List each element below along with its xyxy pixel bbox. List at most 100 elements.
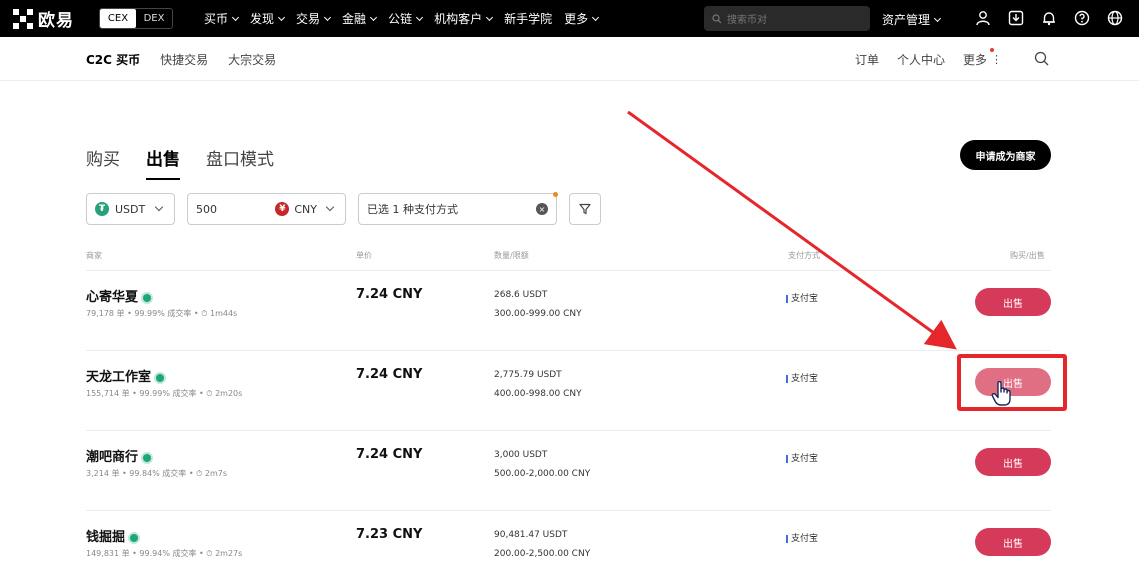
table-row: 潮吧商行 3,214 单 • 99.84% 成交率 • ⏱ 2m7s 7.24 … [86, 430, 1051, 510]
orders-link[interactable]: 订单 [855, 51, 879, 68]
verified-badge-icon [141, 291, 154, 304]
order-limit: 200.00-2,500.00 CNY [494, 549, 591, 559]
filter-button[interactable] [569, 193, 601, 225]
more-dots-icon: ⋮ [991, 53, 1003, 66]
nav-buy-crypto[interactable]: 买币 [204, 10, 240, 27]
tab-sell[interactable]: 出售 [146, 145, 180, 180]
amount-value: 500 [196, 202, 217, 216]
order-limit: 300.00-999.00 CNY [494, 309, 582, 319]
chevron-down-icon [416, 13, 424, 21]
chevron-down-icon [231, 13, 240, 21]
nav-chain[interactable]: 公链 [388, 10, 424, 27]
unit-price: 7.24 CNY [356, 367, 423, 382]
payment-method: 支付宝 [786, 291, 818, 304]
available-qty: 90,481.47 USDT [494, 530, 568, 540]
help-icon[interactable] [1072, 8, 1092, 28]
available-qty: 3,000 USDT [494, 450, 548, 460]
nav-institutional[interactable]: 机构客户 [434, 10, 494, 27]
chevron-down-icon [486, 13, 494, 21]
payment-method-value: 已选 1 种支付方式 [367, 203, 458, 216]
top-icon-bar [973, 8, 1125, 28]
header-price: 单价 [356, 251, 372, 260]
header-qty: 数量/限额 [494, 251, 529, 260]
payment-text: 支付宝 [791, 294, 819, 304]
chevron-down-icon [324, 13, 332, 21]
table-row: 天龙工作室 155,714 单 • 99.99% 成交率 • ⏱ 2m20s 7… [86, 350, 1051, 430]
clear-icon[interactable]: × [536, 203, 548, 215]
verified-badge-icon [128, 531, 141, 544]
pair-search-input[interactable]: 搜索币对 [704, 6, 870, 31]
unit-price: 7.24 CNY [356, 447, 423, 462]
nav-label: 发现 [250, 12, 275, 26]
merchant-name-text: 钱掘掘 [86, 530, 126, 545]
asset-management-menu[interactable]: 资产管理 [882, 11, 942, 28]
nav-trade[interactable]: 交易 [296, 10, 332, 27]
hand-cursor-icon [991, 381, 1011, 406]
tab-express-trade[interactable]: 快捷交易 [160, 51, 208, 68]
payment-marker-icon [786, 294, 788, 303]
payment-method-select[interactable]: 已选 1 种支付方式 × [358, 192, 558, 225]
nav-label: 买币 [204, 12, 229, 26]
sell-button[interactable]: 出售 [975, 448, 1051, 476]
merchant-name[interactable]: 潮吧商行 [86, 446, 154, 465]
header-merchant: 商家 [86, 251, 102, 260]
chevron-down-icon [933, 14, 942, 22]
okx-logo[interactable]: 欧易 [13, 8, 74, 31]
tab-block-trade[interactable]: 大宗交易 [228, 51, 276, 68]
search-placeholder: 搜索币对 [727, 15, 767, 26]
become-merchant-button[interactable]: 申请成为商家 [960, 140, 1051, 170]
payment-text: 支付宝 [791, 374, 819, 384]
payment-text: 支付宝 [791, 454, 819, 464]
sell-button[interactable]: 出售 [975, 528, 1051, 556]
unit-price: 7.23 CNY [356, 527, 423, 542]
user-icon[interactable] [973, 8, 993, 28]
merchant-stats: 149,831 单 • 99.94% 成交率 • ⏱ 2m27s [86, 549, 243, 558]
cny-icon: ¥ [275, 202, 290, 216]
usdt-icon: ₮ [95, 202, 109, 216]
globe-icon[interactable] [1105, 8, 1125, 28]
chevron-down-icon [325, 202, 335, 212]
more-label: 更多 [963, 53, 988, 67]
tab-orderbook[interactable]: 盘口模式 [206, 145, 274, 180]
search-icon [712, 13, 722, 23]
available-qty: 268.6 USDT [494, 290, 548, 300]
notification-dot [553, 192, 558, 197]
nav-finance[interactable]: 金融 [342, 10, 378, 27]
coin-select[interactable]: ₮ USDT [86, 193, 175, 225]
chevron-down-icon [370, 13, 378, 21]
nav-label: 新手学院 [504, 12, 553, 26]
okx-logo-icon [13, 8, 33, 29]
merchant-name[interactable]: 钱掘掘 [86, 526, 141, 545]
table-row: 心寄华夏 79,178 单 • 99.99% 成交率 • ⏱ 1m44s 7.2… [86, 270, 1051, 350]
merchant-name[interactable]: 天龙工作室 [86, 366, 167, 385]
nav-more[interactable]: 更多 [564, 10, 600, 27]
c2c-menu: C2C 买币 快捷交易 大宗交易 [86, 51, 276, 68]
download-icon[interactable] [1006, 8, 1026, 28]
verified-badge-icon [154, 371, 167, 384]
merchant-name[interactable]: 心寄华夏 [86, 286, 154, 305]
cex-dex-switcher[interactable]: CEX DEX [99, 8, 173, 29]
tab-buy[interactable]: 购买 [86, 145, 120, 180]
sub-navbar: C2C 买币 快捷交易 大宗交易 订单 个人中心 更多 ⋮ [0, 37, 1139, 81]
brand-name: 欧易 [38, 11, 74, 31]
available-qty: 2,775.79 USDT [494, 370, 562, 380]
fiat-select[interactable]: ¥ CNY [275, 202, 337, 216]
sell-button[interactable]: 出售 [975, 288, 1051, 316]
merchant-stats: 3,214 单 • 99.84% 成交率 • ⏱ 2m7s [86, 469, 228, 478]
payment-method: 支付宝 [786, 451, 818, 464]
personal-center-link[interactable]: 个人中心 [897, 51, 945, 68]
amount-input[interactable]: 500 ¥ CNY [187, 193, 346, 225]
nav-label: 更多 [564, 12, 589, 26]
dex-toggle[interactable]: DEX [136, 9, 172, 28]
bell-icon[interactable] [1039, 8, 1059, 28]
search-icon[interactable] [1034, 51, 1049, 69]
more-menu[interactable]: 更多 ⋮ [963, 48, 1003, 68]
chevron-down-icon [154, 202, 164, 212]
tab-c2c-buy[interactable]: C2C 买币 [86, 51, 140, 68]
nav-discover[interactable]: 发现 [250, 10, 286, 27]
cex-toggle[interactable]: CEX [100, 9, 136, 28]
nav-label: 交易 [296, 12, 321, 26]
coin-value: USDT [115, 202, 146, 216]
nav-academy[interactable]: 新手学院 [504, 10, 552, 27]
top-navbar: 欧易 CEX DEX 买币 发现 交易 金融 公链 机构客户 新手学院 更多 搜… [0, 0, 1139, 37]
